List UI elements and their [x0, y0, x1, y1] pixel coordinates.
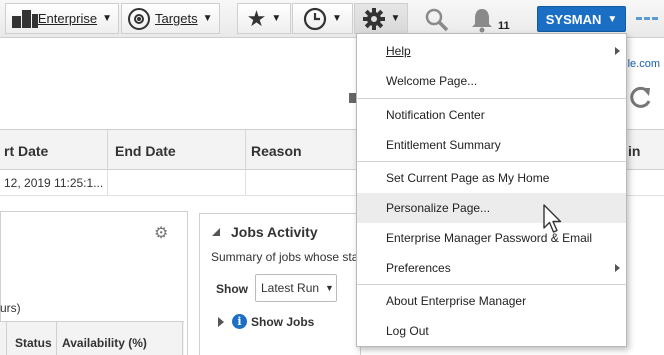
menu-item-password-email[interactable]: Enterprise Manager Password & Email: [357, 223, 626, 253]
menu-item-notification-center[interactable]: Notification Center: [357, 100, 626, 130]
mouse-pointer-icon: [543, 204, 562, 233]
menu-item-log-out[interactable]: Log Out: [357, 316, 626, 346]
chevron-down-icon: ▼: [102, 13, 112, 24]
favorites-menu-button[interactable]: ★ ▼: [237, 3, 291, 34]
search-icon[interactable]: [424, 7, 450, 33]
chevron-down-icon: ▼: [202, 13, 213, 24]
show-jobs-toggle[interactable]: i Show Jobs: [218, 314, 314, 329]
menu-divider: [357, 161, 626, 162]
enterprise-icon: [12, 9, 38, 28]
gear-icon: [362, 7, 385, 30]
setup-menu-button[interactable]: ▼: [354, 3, 408, 34]
enterprise-menu-button[interactable]: Enterprise ▼: [5, 3, 119, 34]
column-header-status[interactable]: Status: [15, 336, 52, 350]
chevron-down-icon: ▼: [390, 13, 401, 24]
menu-item-help[interactable]: Help: [357, 36, 626, 66]
column-header-end-date[interactable]: End Date: [115, 143, 176, 159]
column-header-start-date[interactable]: rt Date: [4, 143, 48, 159]
menu-item-label: Entitlement Summary: [386, 138, 501, 152]
menu-item-label: Help: [386, 44, 411, 58]
chevron-down-icon: ▼: [325, 283, 334, 293]
chevron-down-icon: ▼: [607, 13, 618, 25]
refresh-icon[interactable]: [628, 84, 654, 110]
menu-item-label: Welcome Page...: [386, 74, 478, 88]
chevron-down-icon: ▼: [271, 13, 282, 24]
show-label: Show: [216, 282, 248, 296]
show-select[interactable]: Latest Run ▼: [255, 274, 337, 302]
status-table-header: Status Availability (%): [0, 321, 184, 355]
menu-item-label: Log Out: [386, 324, 429, 338]
submenu-arrow-icon: [615, 47, 620, 55]
show-jobs-label: Show Jobs: [251, 314, 315, 329]
menu-item-label: Set Current Page as My Home: [386, 171, 550, 185]
menu-item-label: Notification Center: [386, 108, 485, 122]
user-menu-button[interactable]: SYSMAN ▼: [537, 6, 626, 32]
column-header-reason[interactable]: Reason: [251, 143, 302, 159]
jobs-activity-title: Jobs Activity: [231, 224, 318, 240]
left-panel-label: urs): [0, 301, 21, 315]
menu-item-preferences[interactable]: Preferences: [357, 253, 626, 283]
menu-item-label: Preferences: [386, 261, 451, 275]
targets-label: Targets: [155, 11, 198, 26]
history-menu-button[interactable]: ▼: [292, 3, 353, 34]
menu-item-welcome-page[interactable]: Welcome Page...: [357, 66, 626, 96]
info-icon: i: [232, 314, 247, 329]
show-select-value: Latest Run: [261, 281, 320, 295]
collapse-triangle-icon[interactable]: [210, 226, 222, 238]
clock-icon: [303, 7, 327, 30]
panel-settings-gear-icon[interactable]: ⚙: [154, 223, 168, 243]
menu-divider: [357, 284, 626, 285]
menu-item-personalize-page[interactable]: Personalize Page...: [357, 193, 626, 223]
notifications-button[interactable]: 11: [468, 6, 512, 34]
submenu-arrow-icon: [615, 264, 620, 272]
column-header-availability[interactable]: Availability (%): [62, 336, 147, 350]
menu-item-label: Personalize Page...: [386, 201, 491, 215]
enterprise-label: Enterprise: [37, 11, 98, 26]
menu-item-set-current-page-home[interactable]: Set Current Page as My Home: [357, 163, 626, 193]
bell-icon: [472, 9, 492, 33]
setup-dropdown-menu: Help Welcome Page... Notification Center…: [356, 33, 627, 347]
menu-divider: [357, 98, 626, 99]
star-icon: ★: [246, 5, 267, 31]
page-link[interactable]: le.com: [628, 58, 660, 70]
menu-item-label: About Enterprise Manager: [386, 294, 527, 308]
user-label: SYSMAN: [545, 11, 602, 27]
menu-item-about[interactable]: About Enterprise Manager: [357, 286, 626, 316]
targets-menu-button[interactable]: Targets ▼: [121, 3, 220, 34]
table-cell-start-date: 12, 2019 11:25:1...: [4, 176, 104, 190]
expand-triangle-icon: [218, 316, 224, 327]
menu-item-entitlement-summary[interactable]: Entitlement Summary: [357, 130, 626, 160]
targets-icon: [128, 7, 150, 30]
jobs-activity-summary: Summary of jobs whose sta: [211, 250, 359, 264]
more-options-icon[interactable]: [636, 17, 658, 21]
chevron-down-icon: ▼: [332, 13, 342, 24]
notification-count-badge: 11: [498, 20, 510, 32]
column-header-partial[interactable]: in: [628, 143, 640, 159]
